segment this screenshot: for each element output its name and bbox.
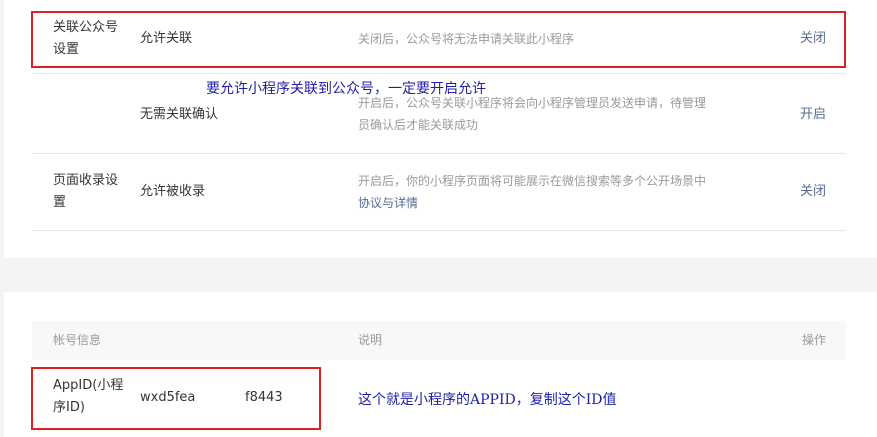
setting-value: 无需关联确认 bbox=[140, 107, 219, 122]
setting-row-page-indexing: 页面收录设置 允许被收录 开启后，你的小程序页面将可能展示在微信搜索等多个公开场… bbox=[32, 154, 846, 231]
appid-label: AppID(小程序ID) bbox=[53, 378, 124, 415]
header-description: 说明 bbox=[358, 333, 383, 347]
setting-value: 允许关联 bbox=[140, 31, 193, 46]
setting-description: 开启后，公众号关联小程序将会向小程序管理员发送申请，待管理员确认后才能关联成功 bbox=[358, 96, 707, 132]
setting-label: 页面收录设置 bbox=[53, 173, 119, 210]
appid-value-start: wxd5fea bbox=[140, 390, 196, 405]
setting-label: 关联公众号设置 bbox=[53, 20, 119, 57]
settings-card: 关联公众号设置 允许关联 关闭后，公众号将无法申请关联此小程序 关闭 无需关联确… bbox=[4, 0, 877, 258]
open-button[interactable]: 开启 bbox=[800, 104, 826, 126]
protocol-details-link[interactable]: 协议与详情 bbox=[358, 196, 418, 210]
appid-value-end: f8443 bbox=[245, 390, 283, 405]
header-operations: 操作 bbox=[801, 333, 826, 347]
setting-value: 允许被收录 bbox=[140, 184, 206, 199]
annotation-appid-hint: 这个就是小程序的APPID，复制这个ID值 bbox=[358, 392, 617, 408]
close-button[interactable]: 关闭 bbox=[800, 28, 826, 50]
setting-description-text: 开启后，你的小程序页面将可能展示在微信搜索等多个公开场景中 bbox=[358, 174, 707, 188]
account-info-card: 帐号信息 说明 操作 AppID(小程序ID) wxd5fea f8443 bbox=[4, 292, 877, 437]
annotation-allow-hint: 要允许小程序关联到公众号，一定要开启允许 bbox=[206, 81, 486, 97]
account-table-header: 帐号信息 说明 操作 bbox=[32, 321, 846, 360]
setting-row-link-official-account: 关联公众号设置 允许关联 关闭后，公众号将无法申请关联此小程序 关闭 bbox=[32, 0, 846, 74]
setting-description: 关闭后，公众号将无法申请关联此小程序 bbox=[358, 32, 575, 46]
setting-description: 开启后，你的小程序页面将可能展示在微信搜索等多个公开场景中 协议与详情 bbox=[358, 170, 714, 214]
close-button[interactable]: 关闭 bbox=[800, 181, 826, 203]
header-account-info: 帐号信息 bbox=[53, 333, 102, 347]
